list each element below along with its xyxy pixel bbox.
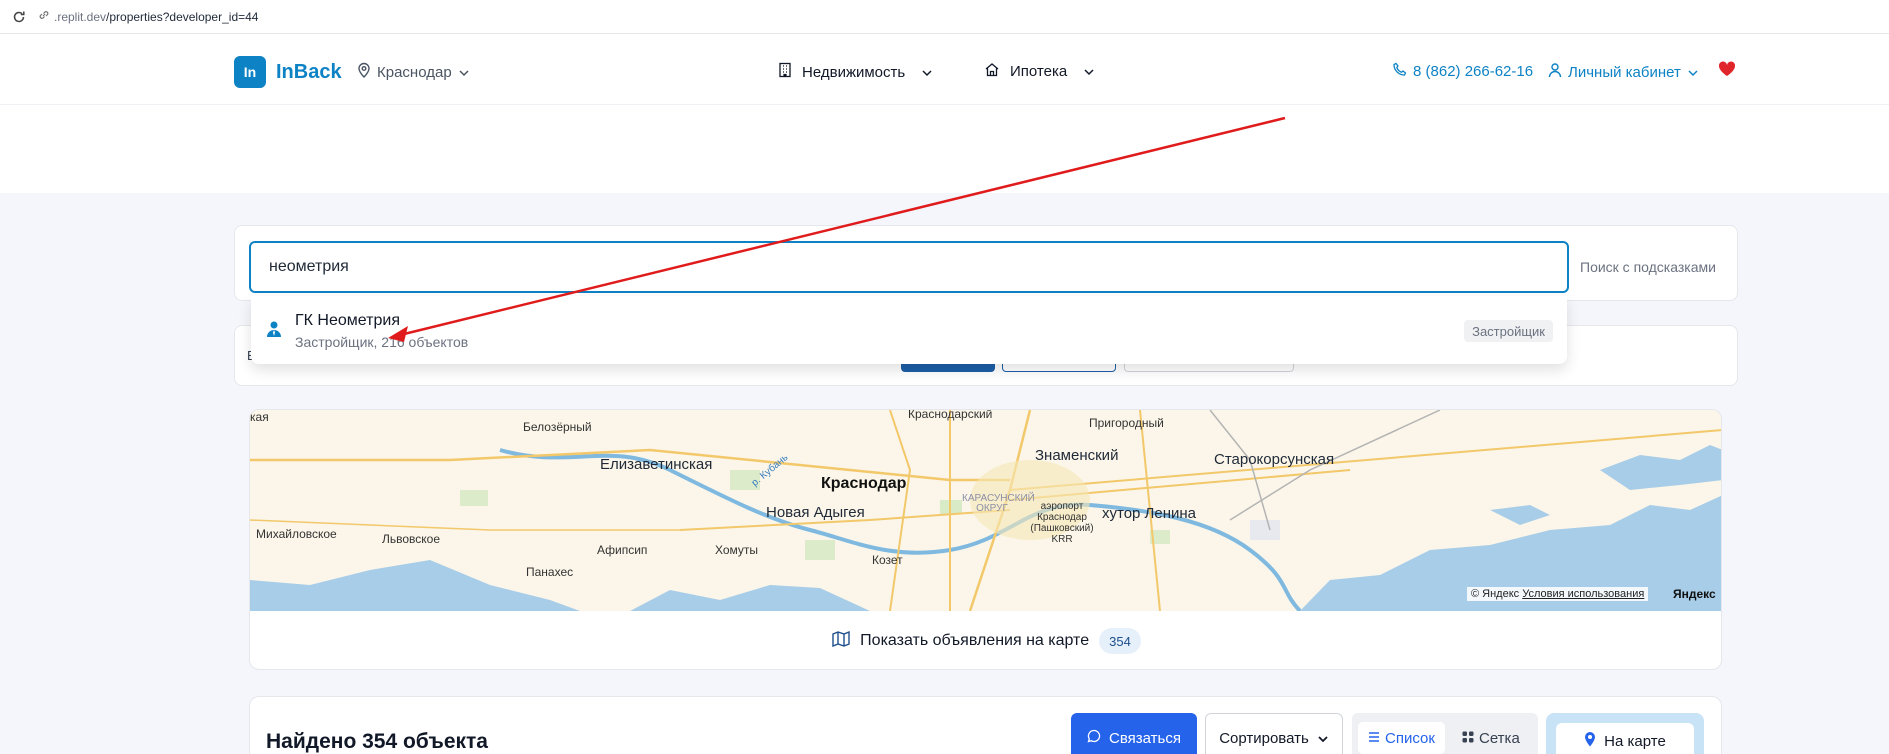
- map-label-kozet: Козет: [872, 553, 903, 567]
- results-count-title: Найдено 354 объекта: [266, 730, 488, 753]
- logo-mark: In: [234, 56, 266, 88]
- map-label-krasnodar: Краснодар: [821, 475, 907, 492]
- suggestion-type-badge: Застройщик: [1464, 320, 1553, 342]
- logo[interactable]: In InBack: [234, 56, 342, 88]
- view-toggle: Список Сетка: [1352, 713, 1538, 754]
- on-map-button-inner: На карте: [1556, 723, 1694, 754]
- chevron-down-icon: [1317, 730, 1329, 747]
- map-card: кая Белозёрный Краснодарский Пригородный…: [249, 409, 1722, 670]
- list-icon: [1368, 730, 1380, 747]
- yandex-logo: Яндекс: [1673, 587, 1716, 601]
- search-suggestion-item[interactable]: ГК Неометрия Застройщик, 216 объектов За…: [251, 296, 1567, 364]
- nav-realty[interactable]: Недвижимость: [778, 62, 933, 82]
- map-label-belozyorny: Белозёрный: [523, 420, 592, 434]
- map-label-panakhes: Панахес: [526, 565, 574, 579]
- building-icon: [778, 62, 792, 82]
- search-hint: Поиск с подсказками: [1580, 259, 1716, 275]
- reload-icon[interactable]: [10, 8, 28, 26]
- nav-mortgage[interactable]: Ипотека: [984, 62, 1095, 81]
- search-input[interactable]: неометрия: [249, 241, 1569, 293]
- map-label-kaya: кая: [250, 410, 269, 424]
- map-label-starokorsunskaya: Старокорсунская: [1214, 451, 1335, 468]
- map-copyright-text: © Яндекс: [1471, 588, 1520, 600]
- browser-address-bar: .replit.dev/properties?developer_id=44: [0, 0, 1889, 34]
- phone-link[interactable]: 8 (862) 266-62-16: [1393, 62, 1533, 80]
- map-label-khomuty: Хомуты: [715, 543, 759, 557]
- show-on-map-button[interactable]: Показать объявления на карте 354: [250, 611, 1721, 669]
- map-pin-icon: [1584, 731, 1596, 751]
- nav-realty-label: Недвижимость: [802, 63, 906, 81]
- url-field[interactable]: .replit.dev/properties?developer_id=44: [38, 6, 1889, 28]
- map-terms-link[interactable]: Условия использования: [1522, 588, 1644, 600]
- user-icon: [1548, 62, 1562, 82]
- phone-icon: [1393, 62, 1407, 80]
- contact-button[interactable]: Связаться: [1071, 713, 1197, 754]
- map-label-airport: аэропорт Краснодар (Пашковский) KRR: [1030, 501, 1094, 545]
- view-grid-label: Сетка: [1479, 729, 1520, 747]
- chevron-down-icon: [1083, 63, 1095, 80]
- chevron-down-icon: [458, 64, 470, 81]
- city-label: Краснодар: [377, 63, 452, 81]
- map-icon: [832, 630, 850, 652]
- on-map-label: На карте: [1604, 732, 1666, 750]
- account-menu[interactable]: Личный кабинет: [1548, 62, 1699, 82]
- map-label-mikhailovskoe: Михайловское: [256, 527, 337, 541]
- site-header: In InBack Краснодар Недвижимость Ипотека…: [0, 34, 1889, 105]
- contact-button-label: Связаться: [1109, 729, 1181, 747]
- sort-select[interactable]: Сортировать: [1205, 713, 1343, 754]
- suggestion-title: ГК Неометрия: [295, 312, 400, 329]
- view-grid-button[interactable]: Сетка: [1452, 722, 1530, 754]
- map-label-elizavetinskaya: Елизаветинская: [600, 456, 713, 473]
- phone-number: 8 (862) 266-62-16: [1413, 62, 1534, 80]
- location-pin-icon: [357, 62, 371, 82]
- logo-name: InBack: [276, 60, 342, 83]
- account-label: Личный кабинет: [1568, 63, 1681, 81]
- show-on-map-label: Показать объявления на карте: [860, 632, 1090, 649]
- home-icon: [984, 62, 1000, 81]
- suggestion-subtitle: Застройщик, 216 объектов: [295, 334, 469, 350]
- search-input-value: неометрия: [269, 258, 349, 275]
- map-label-karasunsky: КАРАСУНСКИЙ ОКРУГ: [962, 493, 1035, 514]
- map-label-prigorodny: Пригородный: [1089, 416, 1164, 430]
- map-label-novaya-adygeya: Новая Адыгея: [766, 504, 865, 521]
- city-selector[interactable]: Краснодар: [357, 62, 470, 82]
- map-view[interactable]: кая Белозёрный Краснодарский Пригородный…: [250, 410, 1721, 611]
- grid-icon: [1462, 730, 1474, 747]
- header-spacer: [0, 105, 1889, 193]
- chevron-down-icon: [921, 64, 933, 81]
- nav-mortgage-label: Ипотека: [1010, 63, 1068, 80]
- chat-bubble-icon: [1087, 729, 1101, 747]
- map-label-krasnodarskiy: Краснодарский: [908, 410, 993, 421]
- map-label-lvovskoe: Львовское: [382, 532, 441, 546]
- developer-person-icon: [265, 320, 283, 343]
- chevron-down-icon: [1687, 64, 1699, 81]
- url-path: /properties?developer_id=44: [106, 9, 259, 24]
- map-label-khutor-lenina: хутор Ленина: [1102, 505, 1197, 522]
- favorites-heart-icon[interactable]: [1718, 61, 1736, 82]
- listing-count-badge: 354: [1099, 628, 1141, 654]
- sort-select-label: Сортировать: [1219, 729, 1309, 747]
- map-label-afipsip: Афипсип: [597, 543, 648, 557]
- map-label-znamensky: Знаменский: [1035, 447, 1119, 464]
- url-host: .replit.dev: [54, 9, 107, 24]
- view-list-button[interactable]: Список: [1358, 722, 1445, 754]
- link-icon: [38, 9, 50, 24]
- map-copyright[interactable]: © Яндекс Условия использования: [1467, 587, 1649, 601]
- on-map-button[interactable]: На карте: [1546, 713, 1704, 754]
- view-list-label: Список: [1385, 729, 1435, 747]
